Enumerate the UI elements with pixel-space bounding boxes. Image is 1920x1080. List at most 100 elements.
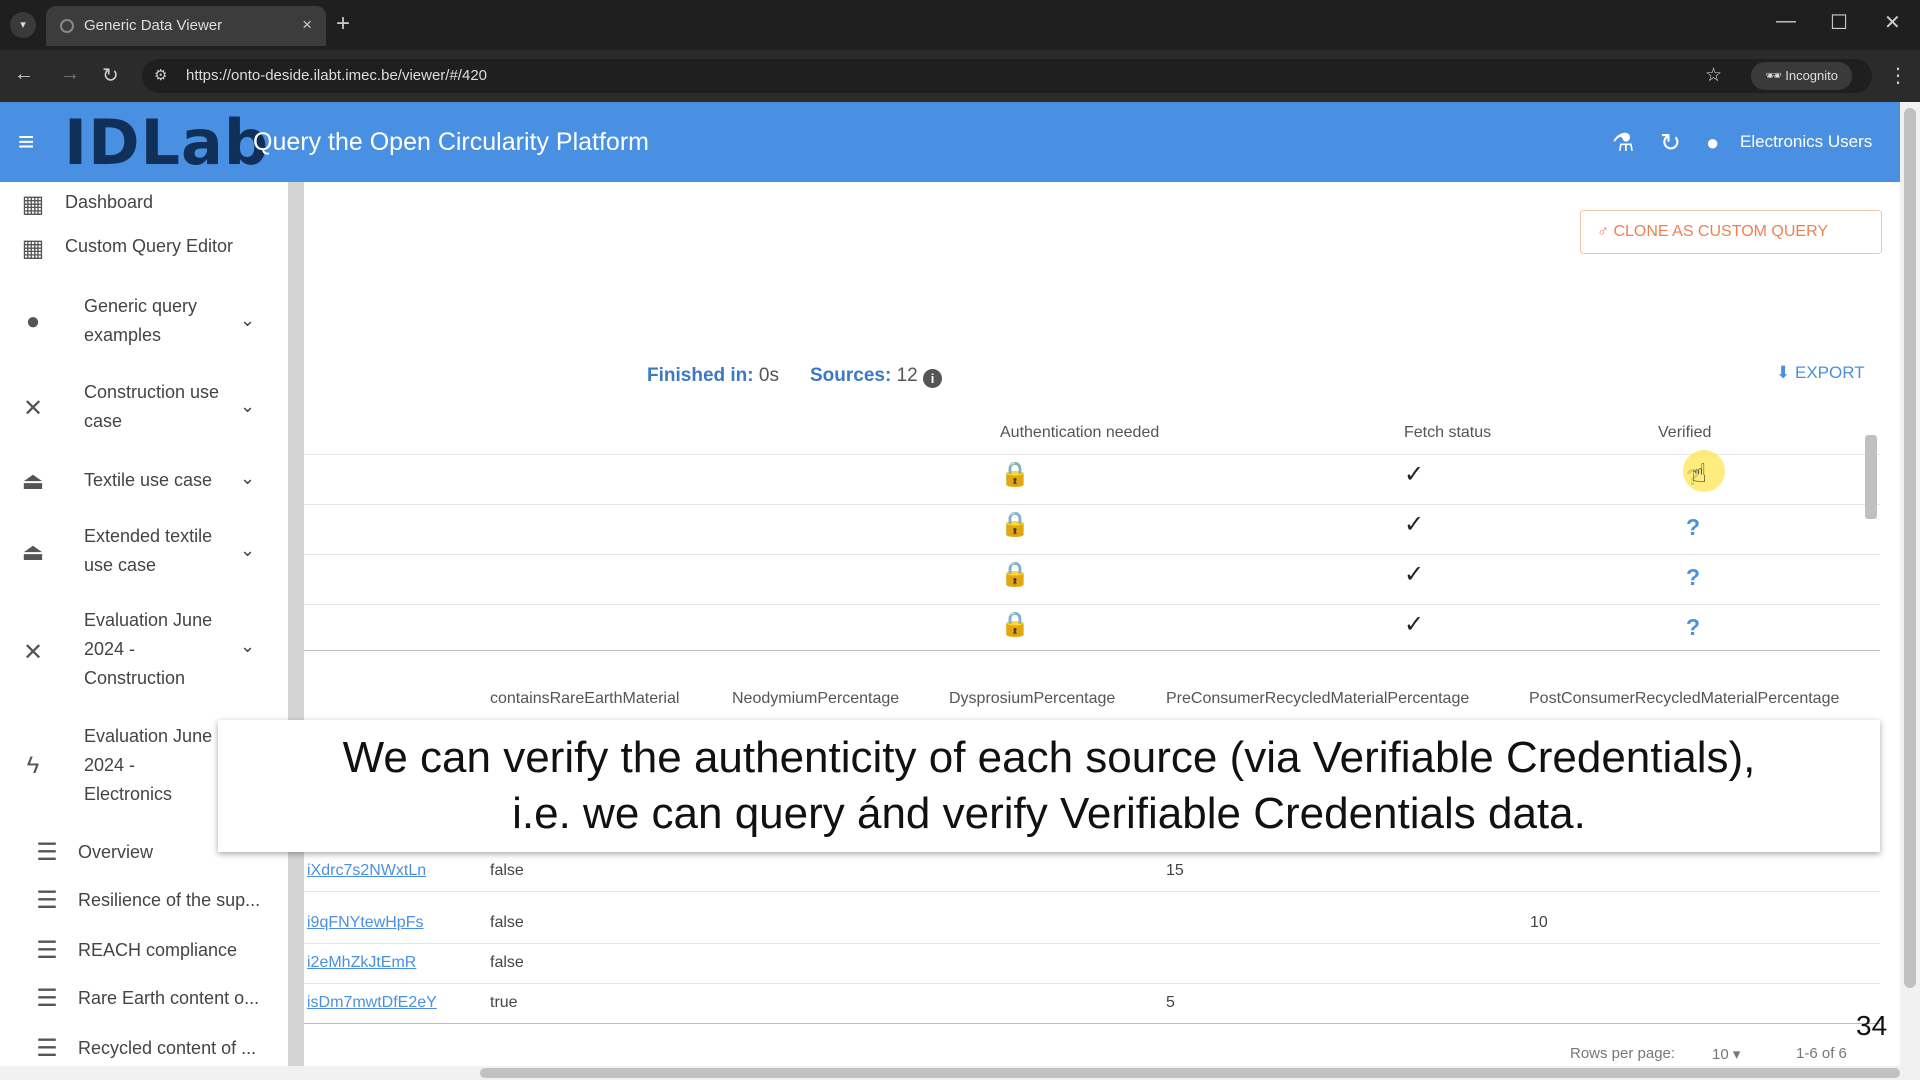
check-icon: ✓ [1404, 561, 1425, 588]
col-contains-rare-earth[interactable]: containsRareEarthMaterial [490, 690, 679, 708]
browser-tab-bar: ▾ Generic Data Viewer × + — ☐ ✕ [0, 0, 1920, 50]
export-button[interactable]: ⬇ EXPORT [1776, 363, 1865, 383]
page-horizontal-scrollbar[interactable] [0, 1066, 1900, 1080]
tab-close-icon[interactable]: × [302, 15, 312, 35]
chevron-down-icon: ⌄ [240, 396, 256, 416]
tools-icon: ✕ [22, 639, 44, 666]
chevron-down-icon: ⌄ [240, 468, 256, 488]
page-horizontal-scroll-thumb[interactable] [480, 1068, 1900, 1078]
sidebar-item-construction-use-case[interactable]: ✕ Construction use case ⌄ [0, 376, 288, 442]
caption-line-1: We can verify the authenticity of each s… [342, 733, 1756, 782]
tab-title: Generic Data Viewer [84, 17, 223, 34]
clone-as-custom-query-button[interactable]: ♂ CLONE AS CUSTOM QUERY [1580, 210, 1882, 254]
sidebar: ▦ Dashboard ▦ Custom Query Editor ● Gene… [0, 182, 288, 1080]
chevron-down-icon: ⌄ [240, 310, 256, 330]
info-icon[interactable]: i [923, 369, 943, 388]
tools-icon: ✕ [22, 395, 44, 422]
verify-question-icon[interactable]: ? [1686, 564, 1700, 591]
sources-table: Authentication needed Fetch status Verif… [304, 412, 1880, 652]
sidebar-item-recycled-content[interactable]: ☰ Recycled content of ... [0, 1032, 288, 1068]
flask-icon[interactable]: ⚗ [1612, 128, 1634, 158]
browser-tab[interactable]: Generic Data Viewer × [46, 6, 326, 46]
close-window-icon[interactable]: ✕ [1884, 10, 1901, 35]
finished-in: Finished in: 0s [647, 365, 779, 386]
sidebar-item-evaluation-construction[interactable]: ✕ Evaluation June 2024 - Construction ⌄ [0, 606, 288, 698]
sidebar-item-textile-use-case[interactable]: ⏏ Textile use case ⌄ [0, 464, 288, 500]
refresh-icon[interactable]: ↻ [1660, 128, 1681, 158]
address-bar: ← → ↻ ⚙ https://onto-deside.ilabt.imec.b… [0, 50, 1920, 102]
download-icon: ⬇ [1776, 363, 1791, 382]
bolt-icon: ϟ [26, 752, 40, 779]
sidebar-item-dashboard[interactable]: ▦ Dashboard [0, 188, 288, 224]
menu-icon[interactable]: ≡ [18, 126, 34, 158]
list-icon: ☰ [36, 887, 58, 914]
add-query-icon: ▦ [21, 235, 45, 262]
incognito-badge[interactable]: 🕶 Incognito [1751, 62, 1852, 90]
col-pre-consumer-recycled[interactable]: PreConsumerRecycledMaterialPercentage [1166, 690, 1469, 708]
sources-scrollbar[interactable] [1860, 415, 1880, 650]
col-verified[interactable]: Verified [1658, 424, 1711, 442]
sidebar-item-custom-query-editor[interactable]: ▦ Custom Query Editor [0, 232, 288, 268]
col-authentication-needed[interactable]: Authentication needed [1000, 424, 1159, 442]
sidebar-item-reach-compliance[interactable]: ☰ REACH compliance [0, 934, 288, 970]
sidebar-scrollbar[interactable] [288, 182, 304, 1080]
idlab-logo: IDLab [64, 106, 270, 179]
list-icon: ☰ [36, 937, 58, 964]
pagination-range: 1-6 of 6 [1796, 1045, 1847, 1062]
info-icon: ● [25, 308, 41, 335]
user-label[interactable]: Electronics Users [1740, 132, 1872, 152]
page-vertical-scrollbar[interactable] [1900, 102, 1920, 1080]
list-icon: ☰ [36, 839, 58, 866]
bookmark-star-icon[interactable]: ☆ [1705, 64, 1722, 87]
dashboard-icon: ▦ [21, 191, 45, 218]
tab-favicon-icon [60, 19, 74, 33]
sidebar-item-generic-query-examples[interactable]: ● Generic query examples ⌄ [0, 290, 288, 356]
lock-icon: 🔒 [1000, 461, 1030, 488]
minimize-icon[interactable]: — [1776, 10, 1796, 33]
col-fetch-status[interactable]: Fetch status [1404, 424, 1491, 442]
col-post-consumer-recycled[interactable]: PostConsumerRecycledMaterialPercentage [1529, 690, 1839, 708]
source-link[interactable]: i2eMhZkJtEmR [307, 954, 416, 972]
verify-question-icon[interactable]: ? [1686, 614, 1700, 641]
caption-overlay: We can verify the authenticity of each s… [218, 720, 1880, 852]
source-link[interactable]: i9qFNYtewHpFs [307, 914, 423, 932]
sources-scroll-thumb[interactable] [1865, 435, 1877, 519]
url-text[interactable]: https://onto-deside.ilabt.imec.be/viewer… [186, 67, 487, 84]
back-icon[interactable]: ← [14, 63, 34, 86]
col-neodymium-percentage[interactable]: NeodymiumPercentage [732, 690, 899, 708]
caption-line-2: i.e. we can query ánd verify Verifiable … [512, 789, 1586, 838]
url-box[interactable]: ⚙ https://onto-deside.ilabt.imec.be/view… [142, 59, 1872, 93]
hanger-icon: ⏏ [21, 468, 45, 495]
hanger-icon: ⏏ [21, 539, 45, 566]
sidebar-item-resilience[interactable]: ☰ Resilience of the sup... [0, 884, 288, 920]
incognito-label: Incognito [1785, 68, 1838, 83]
browser-menu-icon[interactable]: ⋮ [1888, 63, 1908, 88]
slide-number: 34 [1856, 1010, 1888, 1041]
list-icon: ☰ [36, 985, 58, 1012]
source-link[interactable]: isDm7mwtDfE2eY [307, 994, 437, 1012]
sidebar-item-rare-earth-content[interactable]: ☰ Rare Earth content o... [0, 982, 288, 1018]
account-icon[interactable]: ● [1706, 130, 1719, 156]
site-info-icon[interactable]: ⚙ [154, 66, 167, 84]
sidebar-item-extended-textile-use-case[interactable]: ⏏ Extended textile use case ⌄ [0, 520, 288, 586]
check-icon: ✓ [1404, 511, 1425, 538]
verify-question-icon[interactable]: ? [1686, 514, 1700, 541]
table-row: isDm7mwtDfE2eY true 5 [304, 984, 1880, 1024]
app-title: Query the Open Circularity Platform [253, 128, 649, 156]
chevron-down-icon: ⌄ [240, 540, 256, 560]
page-vertical-scroll-thumb[interactable] [1904, 108, 1916, 988]
reload-icon[interactable]: ↻ [102, 63, 119, 88]
incognito-icon: 🕶 [1765, 68, 1782, 83]
table-row: i9qFNYtewHpFs false 10 [304, 904, 1880, 944]
lock-icon: 🔒 [1000, 561, 1030, 588]
source-link[interactable]: iXdrc7s2NWxtLn [307, 862, 426, 880]
maximize-icon[interactable]: ☐ [1830, 10, 1848, 35]
rows-per-page-label: Rows per page: [1570, 1045, 1676, 1062]
new-tab-icon[interactable]: + [336, 10, 350, 38]
rows-per-page-select[interactable]: 10 ▾ [1712, 1045, 1740, 1063]
chevron-down-icon: ⌄ [240, 636, 256, 656]
col-dysprosium-percentage[interactable]: DysprosiumPercentage [949, 690, 1115, 708]
forward-icon[interactable]: → [60, 63, 80, 86]
tab-search-icon[interactable]: ▾ [10, 12, 36, 38]
table-row: i2eMhZkJtEmR false [304, 944, 1880, 984]
